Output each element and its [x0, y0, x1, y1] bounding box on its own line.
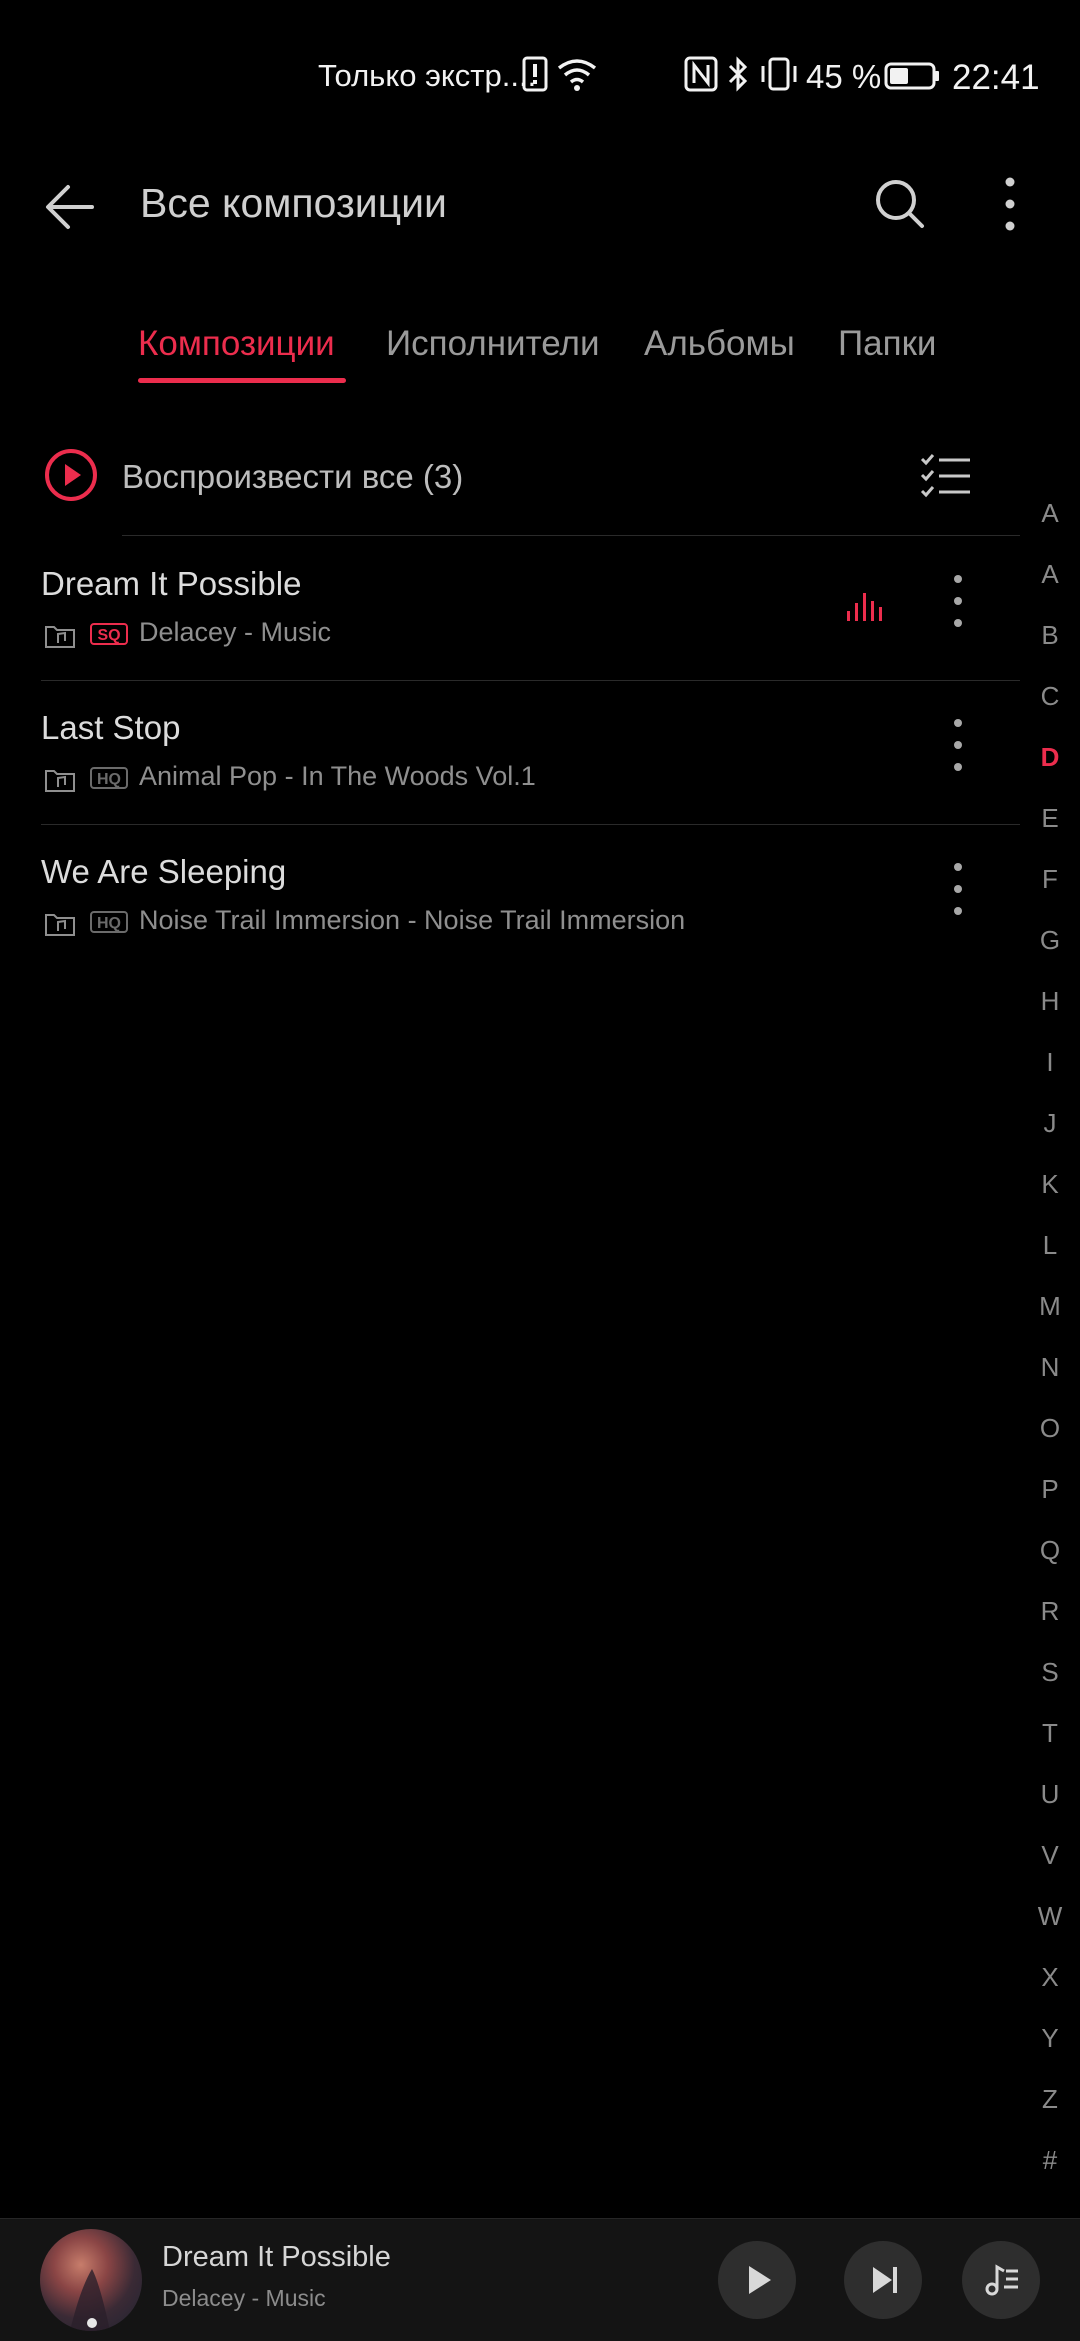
tab-artists[interactable]: Исполнители — [386, 324, 600, 364]
play-icon — [749, 2266, 771, 2294]
wifi-icon — [557, 59, 597, 91]
alphabet-letter[interactable]: U — [1030, 1779, 1070, 1810]
play-all-label: Воспроизвести все (3) — [122, 458, 464, 495]
alphabet-letter[interactable]: T — [1030, 1718, 1070, 1749]
app-header: Все композиции — [0, 150, 1080, 300]
album-art-image — [70, 2269, 110, 2331]
alphabet-letter[interactable]: F — [1030, 864, 1070, 895]
song-artist-album: Animal Pop - In The Woods Vol.1 — [139, 761, 536, 791]
song-row[interactable]: Last Stop HQ Animal Pop - In The Woods V… — [0, 681, 1020, 825]
status-bar: Только экстр.... 45 % 22:41 — [0, 0, 1080, 150]
song-row[interactable]: Dream It Possible SQ Delacey - Music — [0, 537, 1020, 681]
alphabet-letter[interactable]: S — [1030, 1657, 1070, 1688]
play-circle-icon[interactable] — [44, 448, 98, 502]
alphabet-letter[interactable]: B — [1030, 620, 1070, 651]
alphabet-letter[interactable]: # — [1030, 2145, 1070, 2176]
more-vertical-icon[interactable] — [942, 571, 974, 631]
mini-player[interactable]: Dream It Possible Delacey - Music — [0, 2218, 1080, 2341]
alphabet-letter[interactable]: L — [1030, 1230, 1070, 1261]
player-song-subtitle: Delacey - Music — [162, 2285, 326, 2311]
alphabet-letter[interactable]: V — [1030, 1840, 1070, 1871]
alphabet-letter[interactable]: Y — [1030, 2023, 1070, 2054]
alphabet-letter[interactable]: D — [1030, 742, 1070, 773]
carrier-label: Только экстр.... — [318, 58, 537, 93]
alphabet-letter[interactable]: J — [1030, 1108, 1070, 1139]
divider — [122, 535, 1020, 536]
tab-albums[interactable]: Альбомы — [644, 324, 795, 364]
battery-icon — [884, 62, 939, 90]
tab-folders[interactable]: Папки — [838, 324, 936, 364]
more-vertical-icon[interactable] — [942, 715, 974, 775]
alphabet-letter[interactable]: H — [1030, 986, 1070, 1017]
tab-songs[interactable]: Композиции — [138, 324, 335, 364]
more-vertical-icon[interactable] — [990, 172, 1030, 236]
alphabet-letter[interactable]: Q — [1030, 1535, 1070, 1566]
song-title: Dream It Possible — [41, 565, 302, 602]
quality-badge: HQ — [90, 767, 128, 789]
play-button[interactable] — [718, 2241, 796, 2319]
song-title: Last Stop — [41, 709, 181, 746]
nfc-icon — [684, 56, 718, 92]
alphabet-letter[interactable]: Z — [1030, 2084, 1070, 2115]
tab-bar: Композиции Исполнители Альбомы Папки — [0, 318, 1080, 388]
alphabet-letter[interactable]: E — [1030, 803, 1070, 834]
alphabet-letter[interactable]: N — [1030, 1352, 1070, 1383]
music-folder-icon — [45, 914, 75, 936]
play-all-row[interactable]: Воспроизвести все (3) — [0, 440, 1010, 536]
song-row[interactable]: We Are Sleeping HQ Noise Trail Immersion… — [0, 825, 1020, 969]
song-title: We Are Sleeping — [41, 853, 287, 890]
quality-badge: HQ — [90, 911, 128, 933]
alphabet-letter[interactable]: W — [1030, 1901, 1070, 1932]
alphabet-letter[interactable]: P — [1030, 1474, 1070, 1505]
alphabet-letter[interactable]: K — [1030, 1169, 1070, 1200]
clock: 22:41 — [952, 58, 1040, 97]
alphabet-letter[interactable]: I — [1030, 1047, 1070, 1078]
page-title: Все композиции — [140, 180, 447, 226]
music-folder-icon — [45, 770, 75, 792]
alphabet-letter[interactable]: M — [1030, 1291, 1070, 1322]
playlist-button[interactable] — [962, 2241, 1040, 2319]
music-folder-icon — [45, 626, 75, 648]
skip-next-icon — [873, 2267, 897, 2293]
more-vertical-icon[interactable] — [942, 859, 974, 919]
active-tab-indicator — [138, 378, 346, 383]
vibrate-icon — [761, 57, 797, 91]
battery-percent: 45 % — [806, 58, 882, 95]
checklist-icon[interactable] — [920, 452, 972, 500]
song-artist-album: Delacey - Music — [139, 617, 332, 647]
player-song-title: Dream It Possible — [162, 2241, 391, 2273]
bluetooth-icon — [728, 56, 748, 92]
alphabet-letter[interactable]: A — [1030, 498, 1070, 529]
next-button[interactable] — [844, 2241, 922, 2319]
song-artist-album: Noise Trail Immersion - Noise Trail Imme… — [139, 905, 686, 935]
alphabet-letter[interactable]: G — [1030, 925, 1070, 956]
playlist-icon — [985, 2264, 1018, 2296]
alphabet-letter[interactable]: R — [1030, 1596, 1070, 1627]
album-art[interactable] — [40, 2229, 142, 2331]
alphabet-letter[interactable]: C — [1030, 681, 1070, 712]
quality-badge: SQ — [90, 623, 128, 645]
now-playing-equalizer-icon — [847, 593, 882, 621]
arrow-left-icon[interactable] — [40, 175, 104, 239]
alphabet-letter[interactable]: A — [1030, 559, 1070, 590]
alphabet-letter[interactable]: O — [1030, 1413, 1070, 1444]
alphabet-letter[interactable]: X — [1030, 1962, 1070, 1993]
search-icon[interactable] — [868, 172, 932, 236]
sim-alert-icon — [522, 56, 548, 92]
